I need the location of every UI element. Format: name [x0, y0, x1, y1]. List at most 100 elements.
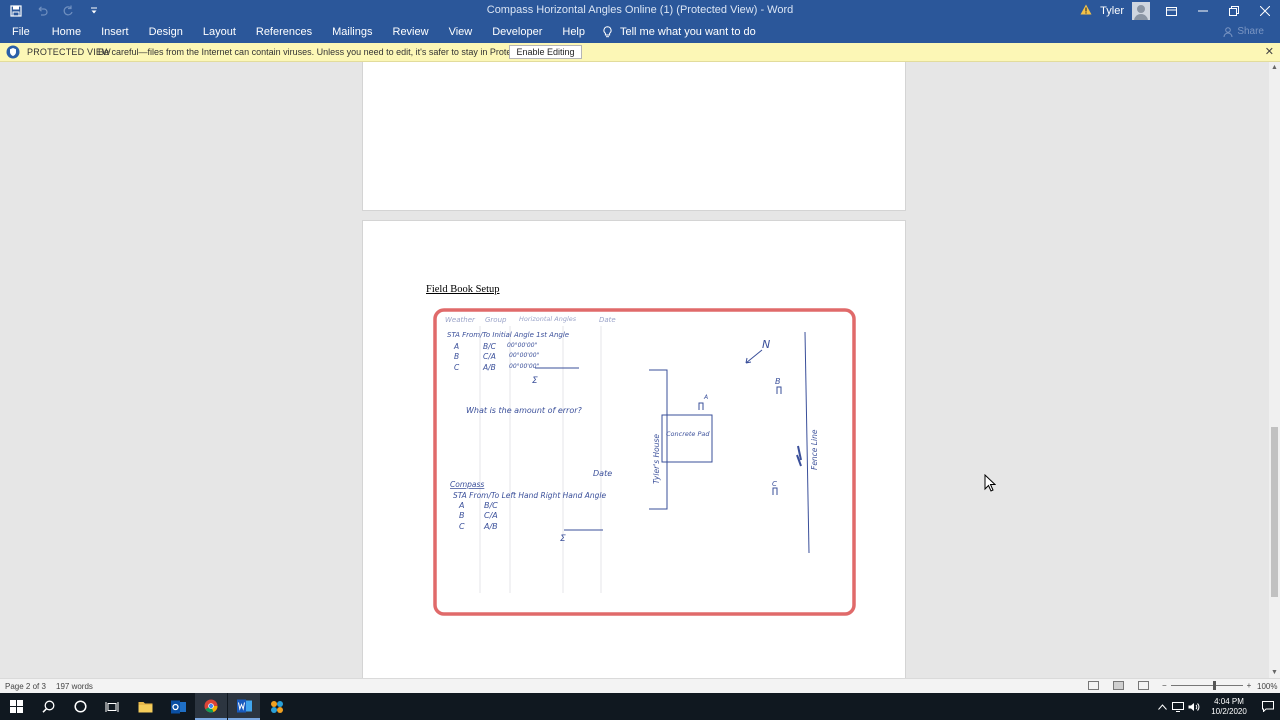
outlook-icon: [170, 700, 186, 713]
fb-t1-sta-c: C: [454, 363, 460, 372]
fb-t2-fromto-b: C/A: [484, 511, 498, 520]
fb-t2-fromto-c: A/B: [483, 522, 498, 531]
fb-header-weather: Weather: [445, 316, 476, 324]
tab-help[interactable]: Help: [552, 26, 595, 38]
share-button[interactable]: Share: [1223, 26, 1264, 37]
cortana-button[interactable]: [64, 693, 96, 720]
notebook-frame: [433, 308, 856, 616]
scroll-down-icon[interactable]: ▼: [1269, 667, 1280, 678]
page-count[interactable]: Page 2 of 3: [5, 682, 46, 691]
windows-icon: [9, 700, 23, 713]
tab-references[interactable]: References: [246, 26, 322, 38]
system-tray: 4:04 PM 10/2/2020: [1154, 693, 1280, 720]
taskbar-chrome[interactable]: [195, 693, 227, 720]
document-page[interactable]: Field Book Setup Weather Group Horizonta…: [362, 220, 906, 678]
fb-t1-sum: Σ: [532, 376, 538, 386]
taskbar-outlook[interactable]: [162, 693, 194, 720]
protected-view-message: Be careful—files from the Internet can c…: [98, 47, 553, 57]
tab-home[interactable]: Home: [42, 26, 91, 38]
status-bar: Page 2 of 3 197 words − + 100%: [0, 678, 1280, 693]
start-button[interactable]: [0, 693, 32, 720]
print-layout-icon[interactable]: [1113, 681, 1124, 690]
fb-t1-fromto-b: C/A: [483, 352, 496, 361]
zoom-percent[interactable]: 100%: [1257, 682, 1277, 691]
fb-header-date: Date: [599, 316, 616, 324]
tell-me-search[interactable]: Tell me what you want to do: [595, 26, 766, 38]
tab-view[interactable]: View: [439, 26, 483, 38]
ribbon-display-options-icon[interactable]: [1156, 0, 1187, 22]
fb-t1-angle-a: 00°00'00": [507, 342, 538, 349]
account-area[interactable]: Tyler: [1080, 2, 1150, 20]
fb-north-label: N: [762, 338, 770, 351]
fb-t2-sta-a: A: [458, 501, 464, 510]
tab-review[interactable]: Review: [383, 26, 439, 38]
word-count[interactable]: 197 words: [56, 682, 93, 691]
document-page[interactable]: [362, 62, 906, 211]
fb-header-angles: Horizontal Angles: [519, 315, 577, 323]
clock-date: 10/2/2020: [1211, 706, 1247, 716]
fb-t2-sum: Σ: [560, 534, 566, 544]
taskbar-app[interactable]: [261, 693, 293, 720]
read-mode-icon[interactable]: [1088, 681, 1099, 690]
enable-editing-button[interactable]: Enable Editing: [509, 45, 582, 59]
scroll-up-icon[interactable]: ▲: [1269, 62, 1280, 73]
zoom-in-icon[interactable]: +: [1247, 681, 1252, 690]
tell-me-label: Tell me what you want to do: [620, 26, 756, 38]
fb-house-label: Tyler's House: [652, 434, 661, 484]
warning-icon[interactable]: [1080, 4, 1092, 18]
document-area[interactable]: Field Book Setup Weather Group Horizonta…: [0, 62, 1269, 678]
fb-header-group: Group: [485, 316, 507, 324]
network-icon[interactable]: [1170, 693, 1186, 720]
minimize-icon[interactable]: [1187, 0, 1218, 22]
speaker-icon[interactable]: [1186, 693, 1202, 720]
taskbar-word[interactable]: [228, 693, 260, 720]
fb-t2-fromto-a: B/C: [484, 501, 498, 510]
ribbon-tabs: File Home Insert Design Layout Reference…: [0, 22, 1280, 43]
task-view-icon: [105, 701, 119, 712]
web-layout-icon[interactable]: [1138, 681, 1149, 690]
close-protected-bar-icon[interactable]: ✕: [1265, 45, 1274, 58]
fb-fence-label: Fence Line: [810, 429, 819, 470]
shield-icon: [6, 45, 20, 59]
clock-time: 4:04 PM: [1214, 696, 1244, 706]
fb-table2-header: STA From/To Left Hand Right Hand Angle: [453, 491, 607, 500]
chevron-up-icon[interactable]: [1154, 693, 1170, 720]
taskbar-file-explorer[interactable]: [129, 693, 161, 720]
search-button[interactable]: [32, 693, 64, 720]
chrome-icon: [204, 699, 218, 712]
fb-t1-fromto-c: A/B: [482, 363, 496, 372]
close-window-icon[interactable]: [1249, 0, 1280, 22]
protected-view-bar: PROTECTED VIEW Be careful—files from the…: [0, 43, 1280, 62]
fb-table2-title: Compass: [450, 480, 484, 489]
clock[interactable]: 4:04 PM 10/2/2020: [1202, 697, 1256, 717]
user-name[interactable]: Tyler: [1100, 5, 1124, 17]
tab-design[interactable]: Design: [139, 26, 193, 38]
fb-t2-sta-b: B: [459, 511, 465, 520]
zoom-slider[interactable]: [1170, 681, 1243, 690]
cortana-icon: [73, 700, 87, 713]
avatar[interactable]: [1132, 2, 1150, 20]
window-controls: [1156, 0, 1280, 22]
mouse-cursor-icon: [984, 474, 996, 492]
tab-layout[interactable]: Layout: [193, 26, 246, 38]
scroll-thumb[interactable]: [1271, 427, 1278, 597]
zoom-slider-thumb[interactable]: [1212, 681, 1216, 690]
lightbulb-icon: [603, 26, 612, 38]
fb-station-c: C: [772, 480, 777, 488]
zoom-control: − +: [1162, 681, 1251, 690]
field-book-image: Weather Group Horizontal Angles Date STA…: [433, 308, 856, 616]
task-view-button[interactable]: [96, 693, 128, 720]
vertical-scrollbar[interactable]: ▲ ▼: [1269, 62, 1280, 678]
fb-station-a: A: [703, 394, 708, 401]
share-label: Share: [1237, 26, 1264, 37]
notification-icon[interactable]: [1256, 693, 1280, 720]
restore-icon[interactable]: [1218, 0, 1249, 22]
person-icon: [1223, 26, 1233, 37]
tab-file[interactable]: File: [0, 26, 42, 38]
zoom-out-icon[interactable]: −: [1162, 681, 1167, 690]
tab-mailings[interactable]: Mailings: [322, 26, 382, 38]
title-bar: Compass Horizontal Angles Online (1) (Pr…: [0, 0, 1280, 22]
tab-insert[interactable]: Insert: [91, 26, 139, 38]
folder-icon: [138, 701, 152, 712]
tab-developer[interactable]: Developer: [482, 26, 552, 38]
